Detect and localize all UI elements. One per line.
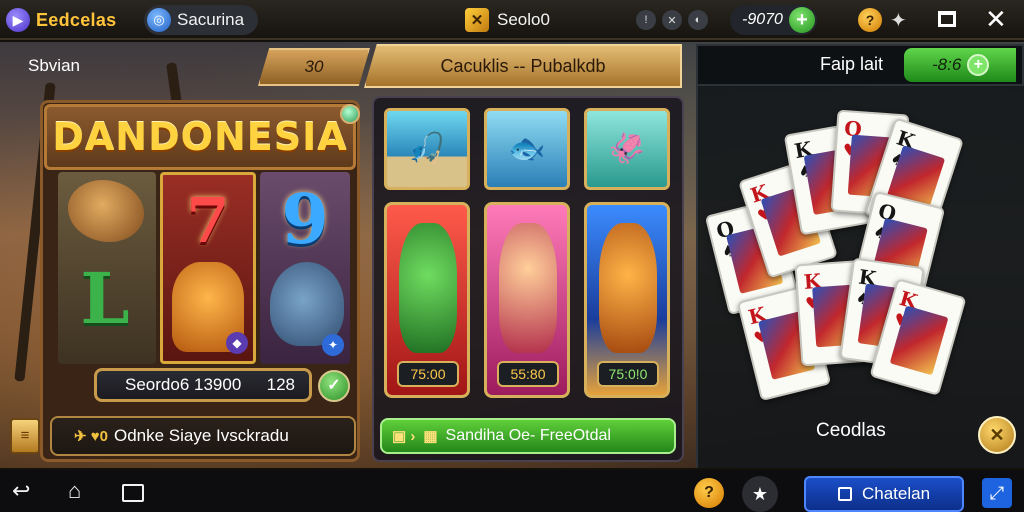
card-price: 55:80 bbox=[497, 361, 559, 387]
recent-apps-icon[interactable] bbox=[122, 484, 144, 502]
account-pill[interactable]: ◎ Sacurina bbox=[144, 5, 259, 35]
globe-icon: ◎ bbox=[147, 8, 171, 32]
chat-button[interactable]: Chatelan bbox=[804, 476, 964, 512]
middle-action-label: Sandiha Oe- FreeOtdal bbox=[445, 427, 611, 444]
balance-value: -9070 bbox=[742, 11, 783, 28]
badge-icon: ✦ bbox=[322, 334, 344, 356]
status-area: ! ✕ ◐ -9070 + bbox=[636, 0, 817, 40]
coin-stack-icon: ▦ bbox=[423, 428, 438, 445]
gem-icon[interactable] bbox=[340, 104, 360, 124]
top-bar: ▶ Eedcelas ◎ Sacurina ✕ Seolo0 ! ✕ ◐ -90… bbox=[0, 0, 1024, 40]
fish-icon: 🐟 bbox=[508, 132, 546, 166]
fox-fish-icon bbox=[599, 223, 657, 353]
account[interactable]: ◎ Sacurina bbox=[144, 0, 259, 40]
add-funds-button[interactable]: + bbox=[788, 7, 815, 33]
slot-title-plate: DANDONESIA bbox=[44, 104, 356, 170]
badge-icon: ◆ bbox=[226, 332, 248, 354]
coins-icon: ▣ › bbox=[392, 428, 416, 445]
left-panel-label: Sbvian bbox=[28, 56, 80, 75]
info-icon[interactable]: ! bbox=[636, 10, 656, 30]
mute-icon[interactable]: ✕ bbox=[662, 10, 682, 30]
slot-title: DANDONESIA bbox=[52, 115, 348, 159]
game-title: ✕ Seolo0 bbox=[465, 0, 550, 40]
chat-icon bbox=[837, 487, 852, 501]
squid-icon: 🦑 bbox=[608, 132, 646, 166]
status-icons: ! ✕ ◐ bbox=[636, 10, 708, 30]
card-price: 75:0!0 bbox=[597, 361, 659, 387]
right-balance-value: -8:6 bbox=[932, 55, 962, 74]
expand-icon[interactable]: ⤢ bbox=[982, 478, 1012, 508]
game-title-text: Seolo0 bbox=[497, 10, 550, 29]
chat-label: Chatelan bbox=[861, 484, 931, 503]
game-tile-fish[interactable]: 🐟 bbox=[484, 108, 570, 190]
back-icon[interactable]: ↩ bbox=[12, 478, 30, 504]
confirm-button[interactable]: ✓ bbox=[318, 370, 350, 402]
tab-count-label: 30 bbox=[304, 57, 324, 76]
score-label: Seordo6 13900 bbox=[125, 375, 242, 394]
brand[interactable]: ▶ Eedcelas bbox=[6, 0, 116, 40]
nine-symbol-icon: 9 bbox=[281, 180, 329, 260]
green-fish-icon bbox=[399, 223, 457, 353]
pin-icon[interactable]: ✦ bbox=[890, 8, 907, 33]
coin-button[interactable]: ✕ bbox=[978, 416, 1016, 454]
menu-side-icon[interactable]: ≡ bbox=[10, 418, 40, 454]
score-value: 128 bbox=[266, 375, 295, 394]
close-icon[interactable]: ✕ bbox=[985, 4, 1007, 35]
volume-icon[interactable]: ◐ bbox=[688, 10, 708, 30]
tab-count[interactable]: 30 bbox=[258, 48, 370, 86]
coin-icon: ✕ bbox=[465, 8, 489, 32]
card-price: 75:00 bbox=[397, 361, 459, 387]
game-card-1[interactable]: 75:00 bbox=[384, 202, 470, 398]
game-tile-lure[interactable]: 🎣 bbox=[384, 108, 470, 190]
middle-action-button[interactable]: ▣ › ▦ Sandiha Oe- FreeOtdal bbox=[380, 418, 676, 454]
brand-logo-icon: ▶ bbox=[6, 8, 30, 32]
dancer-icon bbox=[499, 223, 557, 353]
right-caption: Ceodlas bbox=[816, 420, 886, 441]
game-card-3[interactable]: 75:0!0 bbox=[584, 202, 670, 398]
score-plate: Seordo6 13900 128 bbox=[94, 368, 312, 402]
left-action-button[interactable]: ✈ ♥0 Odnke Siaye Ivsckradu bbox=[50, 416, 356, 456]
game-tile-squid[interactable]: 🦑 bbox=[584, 108, 670, 190]
right-panel-label: Faip lait bbox=[820, 54, 884, 74]
brand-name: Eedcelas bbox=[36, 9, 117, 30]
middle-header: 30 Cacuklis -- Pubalkdb bbox=[258, 44, 682, 88]
balance-pill: -9070 + bbox=[730, 5, 817, 35]
letter-l-symbol-icon: L bbox=[80, 256, 130, 340]
window-icon[interactable] bbox=[938, 11, 956, 27]
account-name: Sacurina bbox=[177, 10, 245, 29]
help-button-icon[interactable]: ? bbox=[694, 478, 724, 508]
favorites-icon[interactable]: ★ bbox=[742, 476, 778, 512]
help-icon[interactable]: ? bbox=[858, 8, 882, 32]
home-icon[interactable]: ⌂ bbox=[68, 478, 81, 504]
right-balance: -8:6 + bbox=[904, 48, 1016, 82]
action-icons: ✈ ♥0 bbox=[74, 428, 108, 445]
tab-main[interactable]: Cacuklis -- Pubalkdb bbox=[364, 44, 682, 88]
add-icon[interactable]: + bbox=[967, 54, 990, 76]
seven-symbol-icon: 7 bbox=[186, 183, 230, 257]
left-action-label: Odnke Siaye Ivsckradu bbox=[113, 426, 289, 445]
tab-main-label: Cacuklis -- Pubalkdb bbox=[440, 55, 606, 76]
game-card-2[interactable]: 55:80 bbox=[484, 202, 570, 398]
lure-icon: 🎣 bbox=[408, 132, 446, 166]
